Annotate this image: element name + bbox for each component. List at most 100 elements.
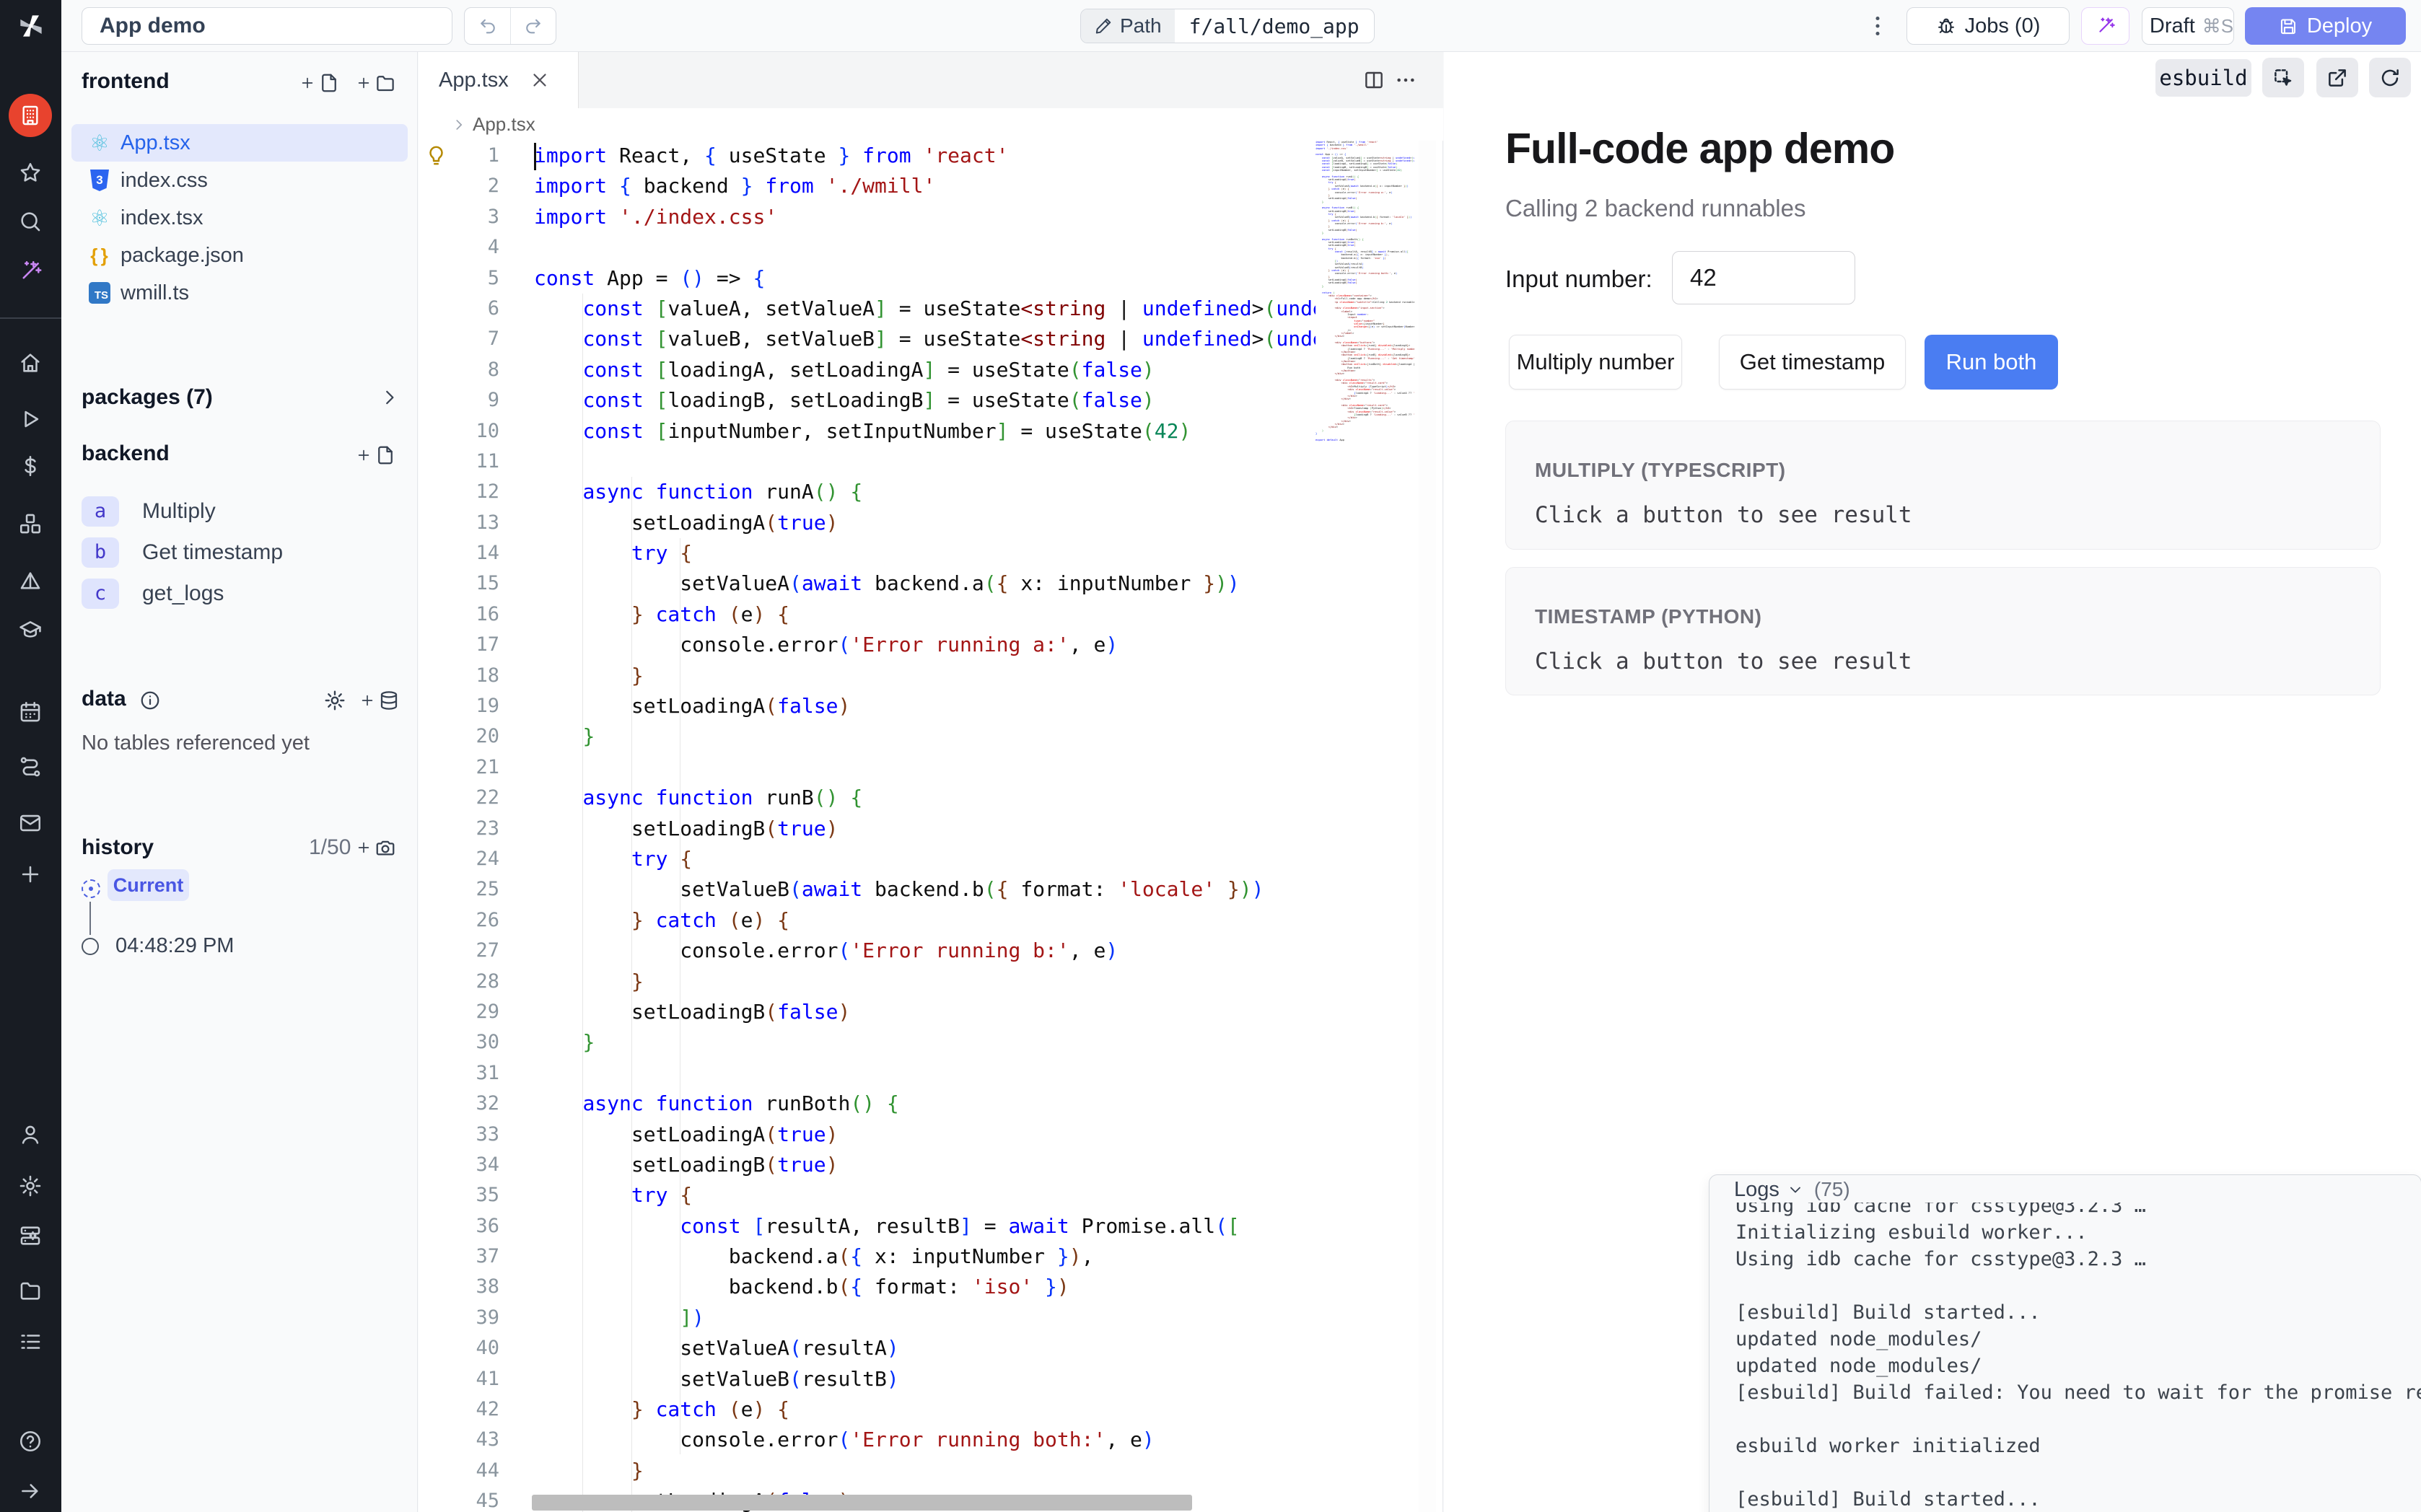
code-line[interactable]: setValueB(resultB) <box>534 1364 1315 1394</box>
rail-item-user-icon[interactable] <box>18 1122 43 1147</box>
code-line[interactable]: const [valueA, setValueA] = useState<str… <box>534 294 1315 324</box>
add-folder-button[interactable] <box>356 72 396 94</box>
get-timestamp-button[interactable]: Get timestamp <box>1719 335 1906 390</box>
code-line[interactable]: } <box>534 661 1315 691</box>
redo-button[interactable] <box>510 8 556 44</box>
ai-wand-button[interactable] <box>2081 7 2129 45</box>
code-line[interactable]: setLoadingA(false) <box>534 691 1315 721</box>
tab-app-tsx[interactable]: App.tsx <box>419 52 579 108</box>
backend-item-Multiply[interactable]: aMultiply <box>71 491 408 532</box>
chevron-right-icon[interactable] <box>451 117 467 133</box>
kebab-menu-icon[interactable] <box>1865 13 1891 39</box>
code-line[interactable]: } <box>534 721 1315 752</box>
rail-item-plus-icon[interactable] <box>18 862 43 887</box>
code-line[interactable]: const [valueB, setValueB] = useState<str… <box>534 324 1315 354</box>
input-number-field[interactable] <box>1672 251 1855 304</box>
rail-item-prism-icon[interactable] <box>18 569 43 594</box>
code-line[interactable] <box>534 752 1315 783</box>
logs-header[interactable]: Logs (75) <box>1709 1175 2421 1204</box>
file-item-index.css[interactable]: 3index.css <box>71 162 408 199</box>
code-line[interactable]: } catch (e) { <box>534 599 1315 630</box>
code-line[interactable]: setLoadingB(true) <box>534 814 1315 844</box>
code-line[interactable]: setValueA(resultA) <box>534 1333 1315 1363</box>
code-line[interactable]: } <box>534 1027 1315 1058</box>
rail-item-dollar-icon[interactable] <box>18 454 43 478</box>
rail-item-folder-icon[interactable] <box>18 1278 43 1303</box>
code-line[interactable]: console.error('Error running b:', e) <box>534 936 1315 966</box>
refresh-preview-button[interactable] <box>2369 58 2411 97</box>
rail-item-play-icon[interactable] <box>18 407 43 431</box>
code-line[interactable]: const [loadingA, setLoadingA] = useState… <box>534 355 1315 385</box>
code-line[interactable]: const [resultA, resultB] = await Promise… <box>534 1211 1315 1241</box>
draft-button[interactable]: Draft ⌘S <box>2142 7 2234 45</box>
history-current-pill[interactable]: Current <box>108 869 189 901</box>
rail-item-route-icon[interactable] <box>18 755 43 779</box>
code-line[interactable]: import './index.css' <box>534 202 1315 232</box>
add-table-button[interactable] <box>359 690 400 711</box>
rail-item-building-icon[interactable] <box>9 94 52 137</box>
rail-item-graduation-cap-icon[interactable] <box>18 617 43 642</box>
rail-item-star-icon[interactable] <box>18 161 43 185</box>
data-settings-gear-icon[interactable] <box>323 689 346 712</box>
code-line[interactable]: } catch (e) { <box>534 1394 1315 1425</box>
history-snapshot-time[interactable]: 04:48:29 PM <box>115 934 234 958</box>
rail-item-server-gear-icon[interactable] <box>18 1223 43 1248</box>
code-line[interactable]: const [loadingB, setLoadingB] = useState… <box>534 385 1315 416</box>
code-line[interactable]: } catch (e) { <box>534 905 1315 936</box>
minimap[interactable]: import React, { useState } from 'react'i… <box>1315 141 1414 545</box>
code-line[interactable]: try { <box>534 538 1315 568</box>
multiply-number-button[interactable]: Multiply number <box>1509 335 1682 390</box>
code-line[interactable]: setLoadingA(true) <box>534 508 1315 538</box>
backend-item-Get timestamp[interactable]: bGet timestamp <box>71 532 408 573</box>
run-both-button[interactable]: Run both <box>1925 335 2058 390</box>
rail-item-boxes-icon[interactable] <box>18 511 43 536</box>
open-external-button[interactable] <box>2316 58 2358 97</box>
code-line[interactable]: import React, { useState } from 'react' <box>534 141 1315 171</box>
code-line[interactable]: ]) <box>534 1303 1315 1333</box>
code-line[interactable]: try { <box>534 844 1315 874</box>
file-item-index.tsx[interactable]: ⚛index.tsx <box>71 199 408 237</box>
code-viewport[interactable]: 1234567891011121314151617181920212223242… <box>419 141 1315 1512</box>
horizontal-scrollbar-thumb[interactable] <box>532 1495 1192 1511</box>
code-line[interactable] <box>534 1058 1315 1089</box>
logs-body[interactable]: Using idb cache for csstype@3.2.3 …Initi… <box>1709 1203 2421 1512</box>
windmill-logo-icon[interactable] <box>0 0 61 52</box>
code-line[interactable]: setValueB(await backend.b({ format: 'loc… <box>534 874 1315 905</box>
code-line[interactable]: } <box>534 967 1315 997</box>
code-line[interactable]: const App = () => { <box>534 263 1315 294</box>
rail-item-arrow-right-icon[interactable] <box>18 1479 43 1503</box>
file-item-App.tsx[interactable]: ⚛App.tsx <box>71 124 408 162</box>
rail-item-mail-icon[interactable] <box>18 811 43 835</box>
code-line[interactable]: setLoadingB(false) <box>534 997 1315 1027</box>
vertical-scrollbar[interactable] <box>1419 141 1436 1512</box>
code-line[interactable]: backend.a({ x: inputNumber }), <box>534 1241 1315 1272</box>
undo-button[interactable] <box>465 8 510 44</box>
rail-item-calendar-icon[interactable] <box>18 700 43 724</box>
code-line[interactable] <box>534 232 1315 263</box>
code-line[interactable]: console.error('Error running both:', e) <box>534 1425 1315 1455</box>
deploy-button[interactable]: Deploy <box>2245 7 2406 45</box>
code-line[interactable]: setValueA(await backend.a({ x: inputNumb… <box>534 568 1315 599</box>
code-line[interactable]: try { <box>534 1180 1315 1210</box>
rail-item-search-icon[interactable] <box>18 209 43 234</box>
code-line[interactable] <box>534 447 1315 477</box>
rail-item-gear-icon[interactable] <box>18 1174 43 1198</box>
file-item-package.json[interactable]: { }package.json <box>71 237 408 274</box>
split-editor-icon[interactable] <box>1362 69 1385 92</box>
rail-item-home-icon[interactable] <box>18 351 43 375</box>
app-name-input[interactable] <box>82 7 452 45</box>
chevron-down-icon[interactable] <box>1787 1181 1804 1198</box>
code-line[interactable]: async function runBoth() { <box>534 1089 1315 1119</box>
packages-row[interactable]: packages (7) <box>61 382 418 417</box>
add-snapshot-button[interactable] <box>356 837 396 858</box>
path-pill[interactable]: Path f/all/demo_app <box>1080 9 1375 43</box>
code-line[interactable]: import { backend } from './wmill' <box>534 171 1315 201</box>
backend-item-get_logs[interactable]: cget_logs <box>71 573 408 614</box>
add-file-button[interactable] <box>299 72 340 94</box>
code-line[interactable]: backend.b({ format: 'iso' }) <box>534 1272 1315 1302</box>
inspect-element-button[interactable] <box>2262 58 2304 97</box>
rail-item-wand-icon[interactable] <box>18 259 43 284</box>
code-line[interactable]: setLoadingA(true) <box>534 1120 1315 1150</box>
code-line[interactable]: const [inputNumber, setInputNumber] = us… <box>534 416 1315 447</box>
more-options-icon[interactable] <box>1394 69 1417 92</box>
